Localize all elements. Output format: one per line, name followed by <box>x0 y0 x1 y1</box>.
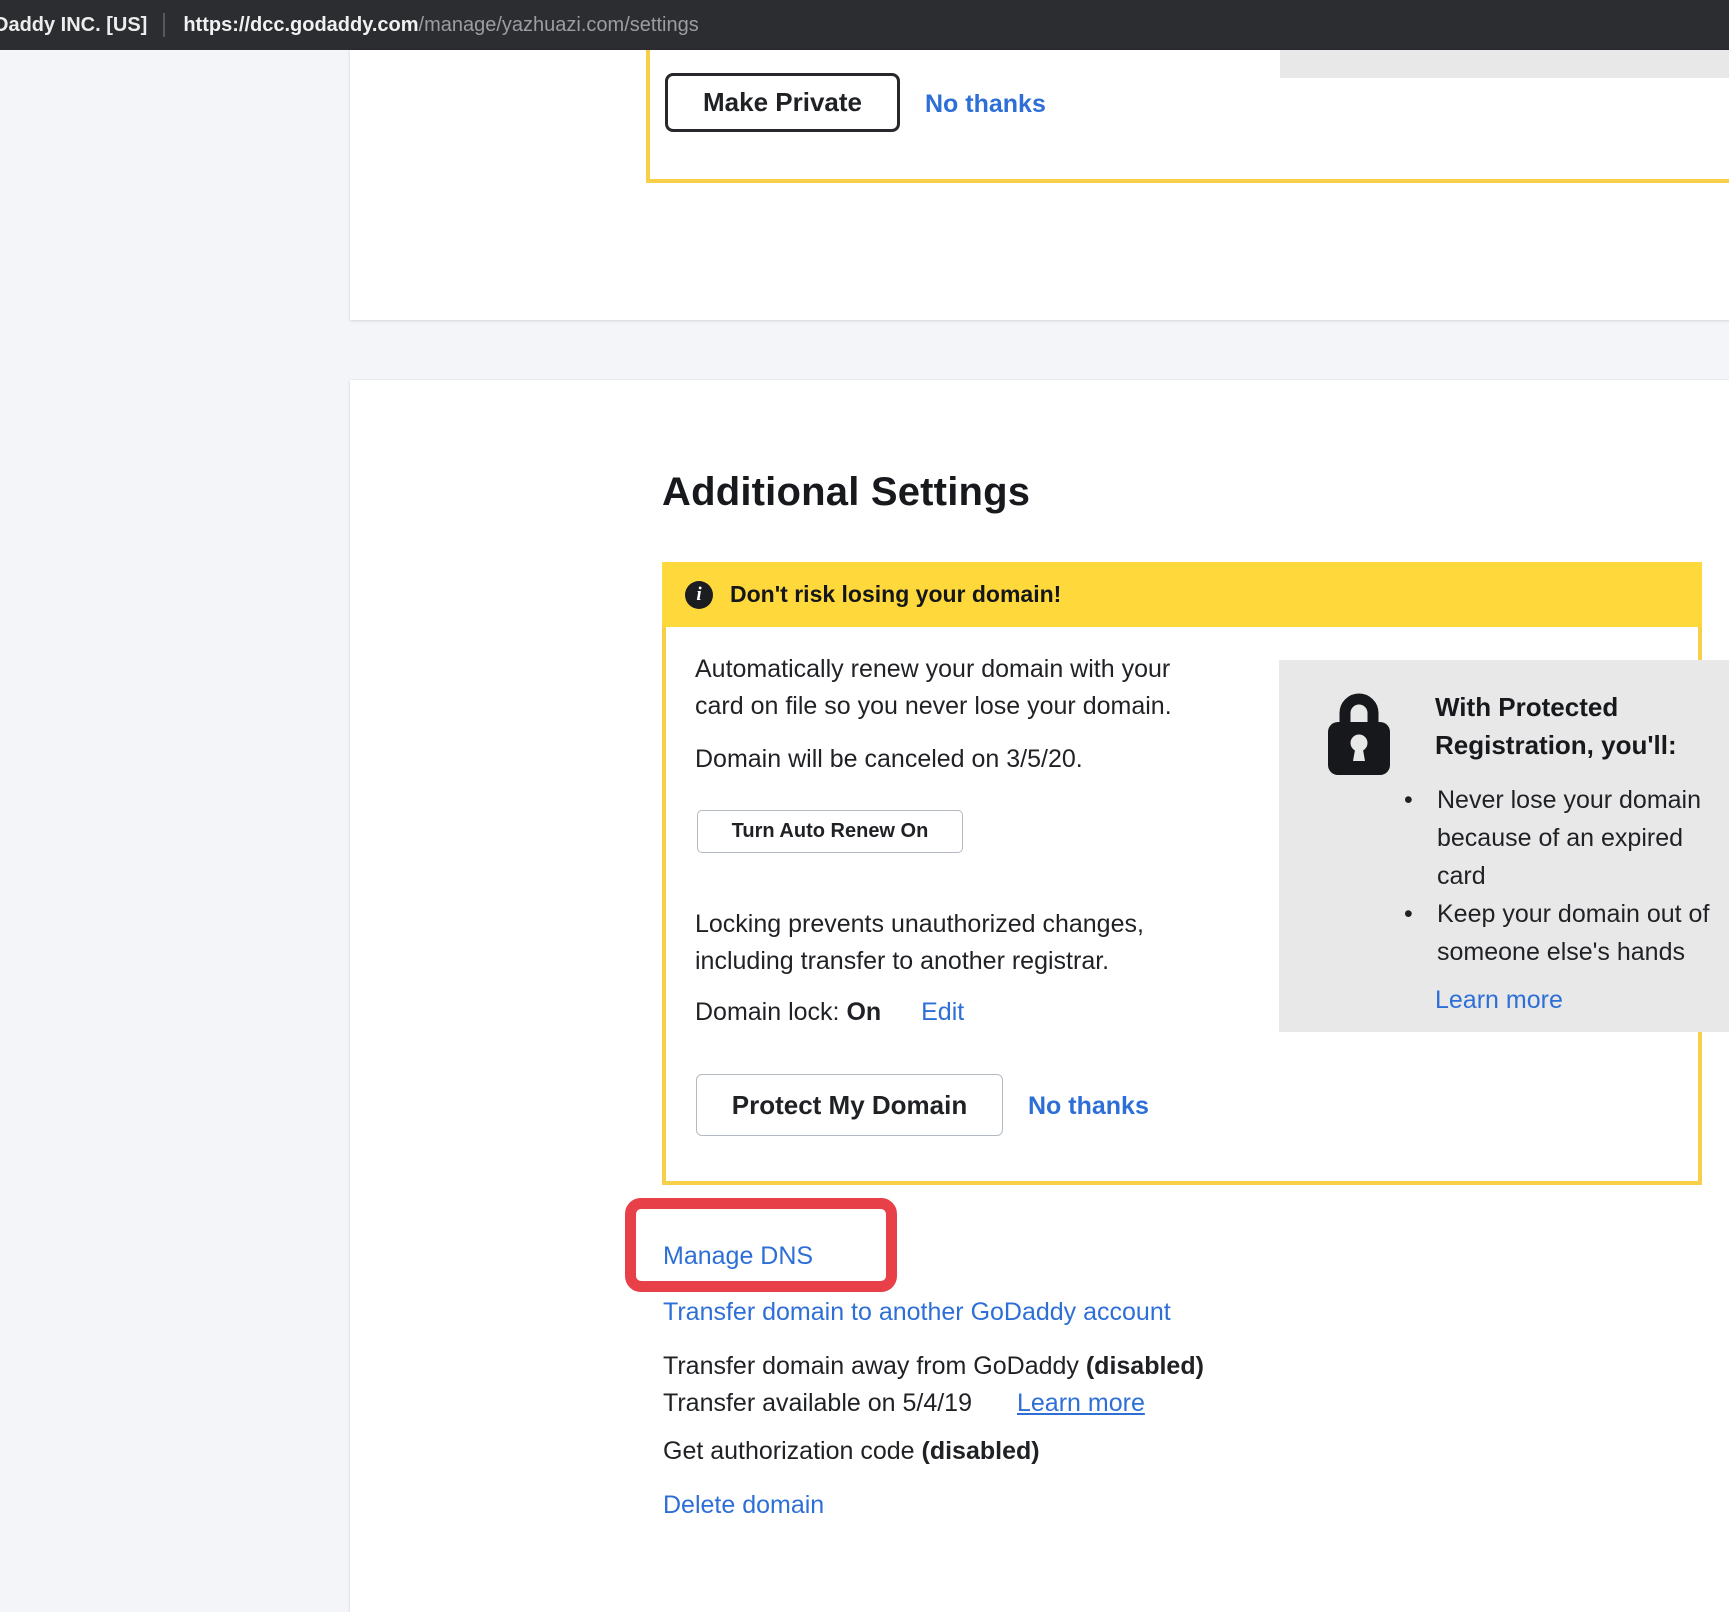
domain-lock-value: On <box>846 998 881 1026</box>
promo-bullet-list: Never lose your domain because of an exp… <box>1404 781 1729 971</box>
browser-address-bar[interactable]: Daddy INC. [US] https://dcc.godaddy.com/… <box>0 0 1729 50</box>
privacy-no-thanks-link[interactable]: No thanks <box>925 90 1046 119</box>
promo-bullet: Keep your domain out of someone else's h… <box>1404 895 1729 971</box>
make-private-button[interactable]: Make Private <box>665 73 900 132</box>
privacy-callout-bottom-border <box>646 179 1729 183</box>
cancel-date-text: Domain will be canceled on 3/5/20. <box>695 741 1295 778</box>
protect-my-domain-button[interactable]: Protect My Domain <box>696 1074 1003 1136</box>
get-auth-text: Get authorization code <box>663 1437 922 1465</box>
callout-header: i Don't risk losing your domain! <box>662 562 1702 627</box>
address-separator <box>163 13 165 37</box>
manage-dns-link[interactable]: Manage DNS <box>663 1238 813 1274</box>
transfer-to-account-link[interactable]: Transfer domain to another GoDaddy accou… <box>663 1294 1171 1330</box>
promo-bullet: Never lose your domain because of an exp… <box>1404 781 1729 895</box>
page-title: Additional Settings <box>662 470 1030 515</box>
transfer-away-disabled: (disabled) <box>1086 1352 1204 1380</box>
domain-lock-edit-link[interactable]: Edit <box>921 998 964 1026</box>
protected-registration-panel: With Protected Registration, you'll: Nev… <box>1279 660 1729 1032</box>
locking-text: Locking prevents unauthorized changes, i… <box>695 906 1165 980</box>
page: Daddy INC. [US] https://dcc.godaddy.com/… <box>0 0 1729 1612</box>
url-text: https://dcc.godaddy.com/manage/yazhuazi.… <box>183 14 698 37</box>
domain-lock-label: Domain lock: <box>695 998 840 1026</box>
transfer-learn-more-link[interactable]: Learn more <box>1017 1385 1145 1421</box>
domain-lock-row: Domain lock: On Edit <box>695 994 964 1031</box>
promo-heading: With Protected Registration, you'll: <box>1435 688 1705 764</box>
lock-icon <box>1328 687 1390 780</box>
url-domain: https://dcc.godaddy.com <box>183 14 418 36</box>
delete-domain-link[interactable]: Delete domain <box>663 1487 824 1523</box>
transfer-away-row: Transfer domain away from GoDaddy (disab… <box>663 1348 1204 1384</box>
info-icon: i <box>685 581 713 609</box>
privacy-card: Make Private No thanks <box>350 50 1729 320</box>
url-path: /manage/yazhuazi.com/settings <box>419 14 699 36</box>
promo-learn-more-link[interactable]: Learn more <box>1435 986 1563 1015</box>
privacy-promo-panel-edge <box>1280 50 1729 78</box>
get-auth-disabled: (disabled) <box>922 1437 1040 1465</box>
get-auth-code-row: Get authorization code (disabled) <box>663 1433 1040 1469</box>
turn-auto-renew-on-button[interactable]: Turn Auto Renew On <box>697 810 963 853</box>
security-badge: Daddy INC. [US] <box>0 14 147 37</box>
transfer-away-text: Transfer domain away from GoDaddy <box>663 1352 1086 1380</box>
auto-renew-text: Automatically renew your domain with you… <box>695 651 1200 725</box>
transfer-available-text: Transfer available on 5/4/19 <box>663 1385 972 1421</box>
protect-no-thanks-link[interactable]: No thanks <box>1028 1092 1149 1121</box>
additional-settings-card: Additional Settings i Don't risk losing … <box>350 380 1729 1612</box>
privacy-callout-left-border <box>646 50 650 183</box>
callout-title: Don't risk losing your domain! <box>730 581 1061 608</box>
